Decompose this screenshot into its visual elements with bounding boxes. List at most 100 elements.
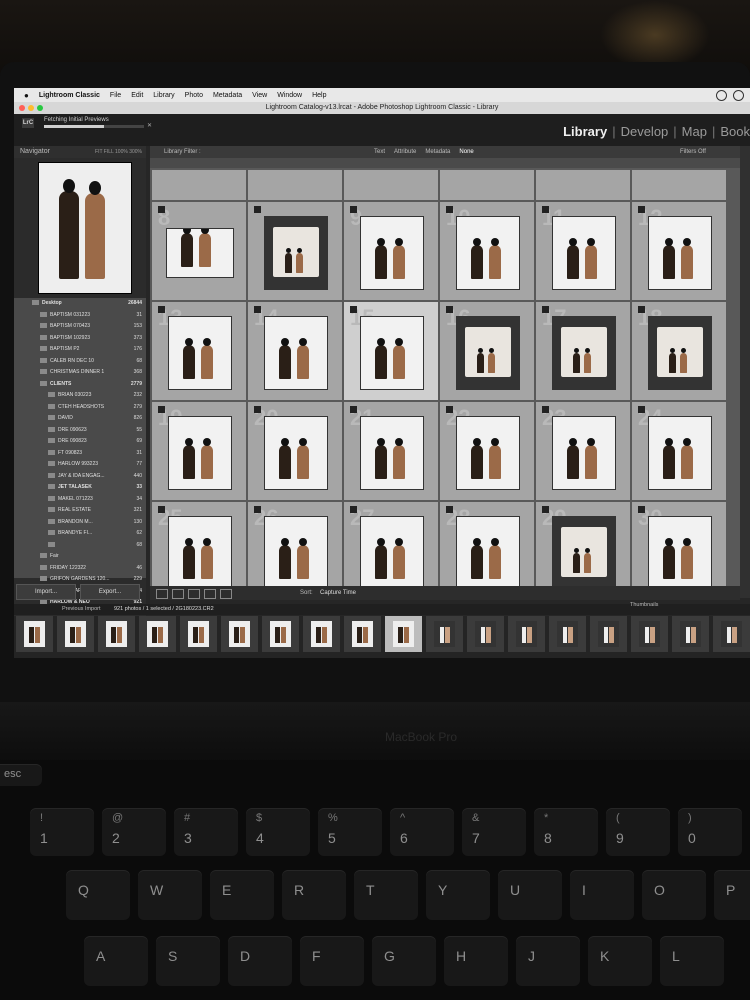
menu-edit[interactable]: Edit <box>131 92 143 99</box>
grid-cell[interactable]: 16 <box>440 302 534 400</box>
key-esc[interactable]: esc <box>0 764 42 786</box>
photo-thumbnail[interactable] <box>456 316 520 390</box>
folder-row[interactable]: BAPTISM P2 176 <box>14 344 146 356</box>
photo-thumbnail[interactable] <box>648 416 712 490</box>
photo-thumbnail[interactable] <box>456 416 520 490</box>
folder-row[interactable]: CLIENTS 2779 <box>14 379 146 391</box>
folder-row[interactable]: BAPTISM 070423 153 <box>14 321 146 333</box>
navigator-zoom-options[interactable]: FIT FILL 100% 300% <box>95 146 142 158</box>
number-key[interactable]: #3 <box>174 808 238 856</box>
folder-row[interactable]: MAKEL 071223 34 <box>14 494 146 506</box>
photo-thumbnail[interactable] <box>552 516 616 590</box>
number-key[interactable]: * 8 <box>534 808 598 856</box>
letter-key[interactable]: H <box>444 936 508 986</box>
photo-thumbnail[interactable] <box>360 216 424 290</box>
letter-key[interactable]: J <box>516 936 580 986</box>
photo-thumbnail[interactable] <box>168 416 232 490</box>
survey-view-icon[interactable] <box>204 589 216 599</box>
filmstrip-thumb[interactable] <box>303 616 340 652</box>
letter-key[interactable]: G <box>372 936 436 986</box>
menu-metadata[interactable]: Metadata <box>213 92 242 99</box>
filmstrip-thumb[interactable] <box>385 616 422 652</box>
menu-photo[interactable]: Photo <box>185 92 203 99</box>
grid-cell[interactable] <box>440 170 534 200</box>
photo-thumbnail[interactable] <box>552 316 616 390</box>
letter-key[interactable]: Q <box>66 870 130 920</box>
photo-thumbnail[interactable] <box>552 416 616 490</box>
photo-thumbnail[interactable] <box>648 316 712 390</box>
grid-cell[interactable]: 23 <box>536 402 630 500</box>
number-key[interactable]: & 7 <box>462 808 526 856</box>
folder-row[interactable]: CTEH HEADSHOTS 279 <box>14 402 146 414</box>
number-key[interactable]: % 5 <box>318 808 382 856</box>
menu-help[interactable]: Help <box>312 92 326 99</box>
apple-icon[interactable]: ● <box>24 91 29 100</box>
filter-text[interactable]: Text <box>374 146 385 158</box>
letter-key[interactable]: K <box>588 936 652 986</box>
grid-cell[interactable] <box>152 170 246 200</box>
folder-row[interactable]: Desktop 26844 <box>14 298 146 310</box>
folder-row[interactable]: Fair <box>14 551 146 563</box>
menu-app-name[interactable]: Lightroom Classic <box>39 92 100 99</box>
grid-cell[interactable]: 8 <box>152 202 246 300</box>
number-key[interactable]: ) 0 <box>678 808 742 856</box>
filter-metadata[interactable]: Metadata <box>425 146 450 158</box>
number-key[interactable]: ^ 6 <box>390 808 454 856</box>
letter-key[interactable]: W <box>138 870 202 920</box>
minimize-window-button[interactable] <box>28 105 34 111</box>
filmstrip-thumb[interactable] <box>262 616 299 652</box>
filmstrip-thumb[interactable] <box>713 616 750 652</box>
folder-row[interactable]: DAVID 826 <box>14 413 146 425</box>
photo-thumbnail[interactable] <box>168 316 232 390</box>
photo-thumbnail[interactable] <box>456 516 520 590</box>
module-book[interactable]: Book <box>720 124 750 139</box>
folder-row[interactable]: REAL ESTATE 321 <box>14 505 146 517</box>
close-window-button[interactable] <box>19 105 25 111</box>
folder-row[interactable]: BRIAN 030223 232 <box>14 390 146 402</box>
photo-thumbnail[interactable] <box>360 516 424 590</box>
menu-library[interactable]: Library <box>153 92 174 99</box>
number-key[interactable]: @2 <box>102 808 166 856</box>
letter-key[interactable]: R <box>282 870 346 920</box>
filmstrip-thumb[interactable] <box>631 616 668 652</box>
filters-off-toggle[interactable]: Filters Off <box>680 146 706 158</box>
filmstrip-thumb[interactable] <box>16 616 53 652</box>
photo-thumbnail[interactable] <box>166 228 234 278</box>
grid-cell[interactable]: 9 <box>344 202 438 300</box>
grid-cell[interactable] <box>632 170 726 200</box>
grid-cell[interactable]: 22 <box>440 402 534 500</box>
folder-row[interactable]: BRANDYE FI... 62 <box>14 528 146 540</box>
filter-attribute[interactable]: Attribute <box>394 146 416 158</box>
letter-key[interactable]: S <box>156 936 220 986</box>
grid-cell[interactable]: 13 <box>152 302 246 400</box>
letter-key[interactable]: A <box>84 936 148 986</box>
letter-key[interactable]: U <box>498 870 562 920</box>
grid-cell[interactable] <box>344 170 438 200</box>
module-library[interactable]: Library <box>563 124 607 139</box>
filmstrip-thumb[interactable] <box>549 616 586 652</box>
grid-cell[interactable] <box>536 170 630 200</box>
folder-row[interactable]: CHRISTMAS DINNER 1 368 <box>14 367 146 379</box>
filmstrip-thumb[interactable] <box>98 616 135 652</box>
grid-cell[interactable]: 21 <box>344 402 438 500</box>
module-map[interactable]: Map <box>682 124 707 139</box>
import-button[interactable]: Import... <box>16 584 76 600</box>
module-develop[interactable]: Develop <box>621 124 669 139</box>
photo-thumbnail[interactable] <box>264 516 328 590</box>
status-icon[interactable] <box>733 90 744 101</box>
grid-cell[interactable]: 24 <box>632 402 726 500</box>
letter-key[interactable]: D <box>228 936 292 986</box>
number-key[interactable]: (9 <box>606 808 670 856</box>
grid-cell[interactable] <box>248 170 342 200</box>
filmstrip-thumb[interactable] <box>344 616 381 652</box>
photo-thumbnail[interactable] <box>648 216 712 290</box>
filmstrip-thumb[interactable] <box>180 616 217 652</box>
filmstrip-thumb[interactable] <box>590 616 627 652</box>
folder-row[interactable]: BAPTISM 031223 31 <box>14 310 146 322</box>
letter-key[interactable]: E <box>210 870 274 920</box>
grid-cell[interactable]: 10 <box>440 202 534 300</box>
grid-cell[interactable]: 17 <box>536 302 630 400</box>
photo-thumbnail[interactable] <box>552 216 616 290</box>
zoom-window-button[interactable] <box>37 105 43 111</box>
letter-key[interactable]: O <box>642 870 706 920</box>
